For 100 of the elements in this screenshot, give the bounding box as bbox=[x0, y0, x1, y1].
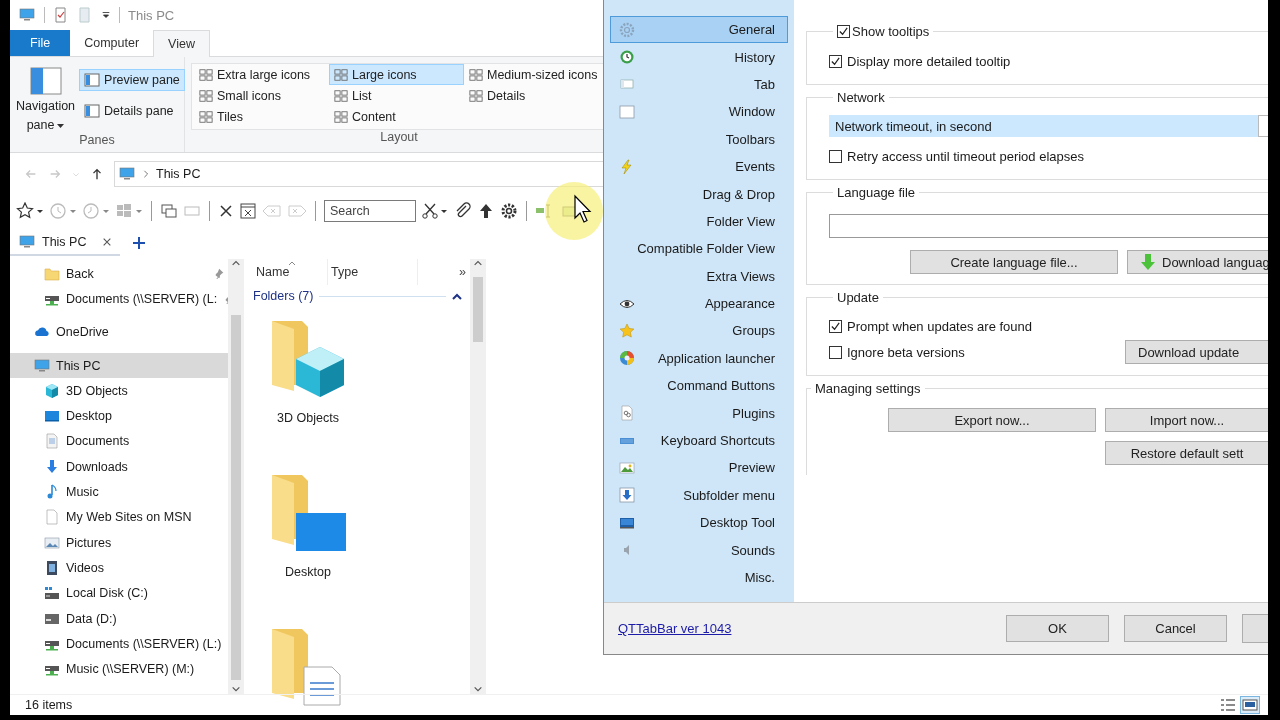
checkbox-label[interactable]: Display more detailed tooltip bbox=[847, 53, 1011, 69]
options-nav-item[interactable]: Events bbox=[610, 152, 788, 181]
up-arrow-icon bbox=[477, 202, 495, 220]
nav-item[interactable]: Documents (\\SERVER) (L:) bbox=[10, 631, 228, 657]
scroll-thumb[interactable] bbox=[473, 277, 483, 342]
options-nav-item[interactable]: Folder View bbox=[610, 207, 788, 236]
nav-item[interactable]: Back bbox=[10, 261, 228, 287]
nav-item[interactable]: Data (D:) bbox=[10, 605, 228, 632]
options-nav-item[interactable]: Groups bbox=[610, 317, 788, 345]
options-nav-item[interactable]: Plugins bbox=[610, 399, 788, 427]
dialog-button[interactable] bbox=[1242, 614, 1268, 643]
nav-item[interactable]: This PC bbox=[10, 352, 228, 379]
settings-icon bbox=[619, 21, 635, 38]
nav-item[interactable]: Videos bbox=[10, 555, 228, 581]
more-columns-chevron[interactable]: » bbox=[459, 265, 466, 279]
nav-item[interactable]: Music bbox=[10, 479, 228, 505]
nav-item[interactable]: Desktop bbox=[10, 403, 228, 429]
create-language-button[interactable]: Create language file... bbox=[910, 250, 1118, 274]
pane-icon bbox=[84, 72, 101, 88]
clock-dropdown-icon bbox=[49, 202, 77, 220]
monitor-icon bbox=[34, 357, 50, 374]
version-link[interactable]: QTTabBar ver 1043 bbox=[618, 621, 732, 636]
nav-item[interactable]: Downloads bbox=[10, 454, 228, 480]
nav-item[interactable]: Music (\\SERVER) (M:) bbox=[10, 656, 228, 682]
options-nav-item[interactable]: Appearance bbox=[610, 289, 788, 318]
image-icon bbox=[619, 459, 635, 476]
settings-button[interactable]: Import now... bbox=[1105, 408, 1268, 432]
large-icons-view-button[interactable] bbox=[1240, 696, 1260, 714]
column-header[interactable]: Type bbox=[328, 259, 418, 285]
scrollbar[interactable] bbox=[470, 259, 486, 694]
options-nav-item[interactable]: Tab bbox=[610, 70, 788, 99]
search-field[interactable]: Search bbox=[324, 200, 416, 222]
download-update-button[interactable]: Download update bbox=[1125, 340, 1268, 364]
view-icon bbox=[199, 88, 213, 103]
scrollbar[interactable] bbox=[228, 259, 244, 694]
nav-item[interactable]: Local Disk (C:) bbox=[10, 580, 228, 606]
options-nav-item[interactable]: Application launcher bbox=[610, 344, 788, 373]
column-header[interactable]: Name bbox=[244, 259, 328, 285]
options-nav-item[interactable]: Preview bbox=[610, 454, 788, 482]
dialog-button[interactable]: OK bbox=[1006, 615, 1109, 642]
navigation-pane-button[interactable]: Navigation pane bbox=[16, 63, 76, 133]
layout-option[interactable]: Medium-sized icons bbox=[464, 64, 604, 85]
details-view-button[interactable] bbox=[1218, 696, 1238, 714]
options-nav-item[interactable]: Subfolder menu bbox=[610, 481, 788, 510]
checkbox[interactable] bbox=[829, 54, 842, 68]
options-nav-item[interactable]: Command Buttons bbox=[610, 372, 788, 400]
options-nav-item[interactable]: General bbox=[610, 16, 788, 44]
breadcrumb[interactable]: This PC bbox=[156, 167, 201, 181]
ribbon-tab[interactable]: Computer bbox=[70, 30, 154, 56]
layout-option[interactable]: Large icons bbox=[329, 64, 464, 85]
checkbox[interactable] bbox=[829, 345, 842, 359]
checkbox-label[interactable]: Show tooltips bbox=[852, 23, 930, 39]
settings-button[interactable]: Export now... bbox=[888, 408, 1096, 432]
layout-option[interactable]: Small icons bbox=[194, 85, 329, 106]
checkbox-label[interactable]: Prompt when updates are found bbox=[847, 318, 1032, 334]
folder-tab[interactable]: This PC bbox=[10, 230, 120, 256]
options-nav-item[interactable]: Window bbox=[610, 98, 788, 126]
settings-button[interactable]: Restore default sett bbox=[1105, 441, 1268, 465]
layout-option[interactable]: Content bbox=[329, 106, 464, 127]
ribbon-tab[interactable]: View bbox=[153, 30, 210, 57]
options-nav-item[interactable]: Toolbars bbox=[610, 125, 788, 153]
group-header[interactable]: Folders (7) bbox=[253, 289, 314, 303]
options-nav-item[interactable]: Drag & Drop bbox=[610, 180, 788, 208]
nav-item[interactable]: Documents bbox=[10, 428, 228, 455]
layout-option[interactable]: Tiles bbox=[194, 106, 329, 127]
checkbox[interactable] bbox=[829, 319, 842, 333]
nav-item[interactable]: My Web Sites on MSN bbox=[10, 504, 228, 530]
dropdown-caret-icon bbox=[57, 123, 65, 128]
options-nav-item[interactable]: Compatible Folder View bbox=[610, 235, 788, 263]
options-nav-item[interactable]: Keyboard Shortcuts bbox=[610, 426, 788, 455]
options-nav-item[interactable]: Extra Views bbox=[610, 262, 788, 290]
scroll-thumb[interactable] bbox=[231, 315, 241, 680]
folder-label[interactable]: Desktop bbox=[285, 565, 331, 579]
checkbox-label[interactable]: Retry access until timeout period elapses bbox=[847, 148, 1084, 164]
layout-option[interactable]: Extra large icons bbox=[194, 64, 329, 85]
options-nav-item[interactable]: History bbox=[610, 43, 788, 71]
download-language-button[interactable]: Download languag bbox=[1127, 250, 1268, 274]
dialog-button[interactable]: Cancel bbox=[1124, 615, 1227, 642]
nav-item[interactable]: Pictures bbox=[10, 529, 228, 556]
star-dropdown-icon bbox=[16, 202, 44, 220]
document-icon bbox=[44, 433, 60, 450]
layout-option[interactable]: Details bbox=[464, 85, 604, 106]
nav-item[interactable]: 3D Objects bbox=[10, 378, 228, 404]
erase-icon bbox=[262, 203, 282, 219]
pane-button[interactable]: Details pane bbox=[79, 100, 185, 122]
pane-button[interactable]: Preview pane bbox=[79, 69, 185, 91]
view-icon bbox=[334, 109, 348, 124]
checkbox-label[interactable]: Ignore beta versions bbox=[847, 344, 965, 360]
language-file-field[interactable] bbox=[829, 214, 1268, 238]
options-nav-item[interactable]: Sounds bbox=[610, 536, 788, 564]
checkbox[interactable] bbox=[837, 24, 850, 38]
layout-option[interactable]: List bbox=[329, 85, 464, 106]
options-nav-item[interactable]: Desktop Tool bbox=[610, 509, 788, 537]
checkbox[interactable] bbox=[829, 149, 842, 163]
folder-label[interactable]: 3D Objects bbox=[277, 411, 339, 425]
nav-item[interactable]: OneDrive bbox=[10, 319, 228, 345]
setting-row[interactable]: Network timeout, in second bbox=[829, 115, 1268, 137]
ribbon-tab[interactable]: File bbox=[10, 30, 71, 56]
nav-item[interactable]: Documents (\\SERVER) (L: bbox=[10, 286, 228, 312]
options-nav-item[interactable]: Misc. bbox=[610, 563, 788, 592]
